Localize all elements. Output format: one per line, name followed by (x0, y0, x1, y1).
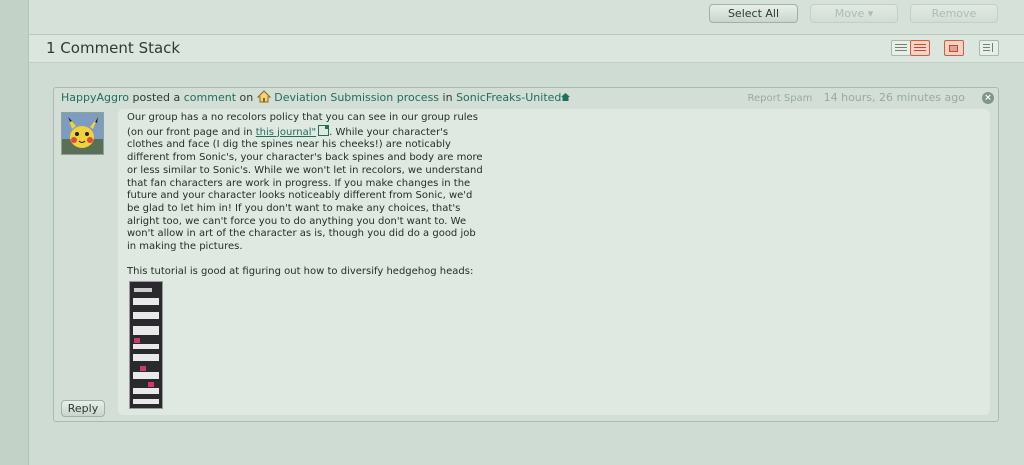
comment-paragraph-2: This tutorial is good at figuring out ho… (127, 265, 474, 277)
comment-view-icon[interactable] (944, 40, 964, 56)
remove-button[interactable]: Remove (910, 4, 998, 23)
comment-link[interactable]: comment (184, 91, 236, 104)
tutorial-thumbnail[interactable] (129, 281, 163, 409)
comment-text: Our group has a no recolors policy that … (127, 112, 487, 278)
move-button[interactable]: Move ▾ (810, 4, 898, 23)
comment-paragraph-1: Our group has a no recolors policy that … (127, 112, 487, 254)
on-text: on (239, 91, 254, 104)
comment-body: Our group has a no recolors policy that … (118, 109, 990, 415)
thumb-view-icon[interactable] (910, 40, 930, 56)
sort-icon[interactable] (979, 40, 999, 56)
stack-title: 1 Comment Stack (46, 39, 181, 57)
home-icon (256, 90, 271, 103)
group-home-icon (561, 91, 571, 104)
list-view-icon[interactable] (891, 40, 911, 56)
comment-meta-right: Report Spam 14 hours, 26 minutes ago (748, 91, 965, 104)
stack-header: 1 Comment Stack (29, 35, 1024, 63)
timestamp: 14 hours, 26 minutes ago (823, 91, 965, 104)
comment-panel: HappyAggro posted a comment on Deviation… (53, 87, 999, 422)
in-text: in (442, 91, 453, 104)
external-link-icon (318, 124, 330, 136)
group-link[interactable]: SonicFreaks-United (456, 91, 561, 104)
avatar[interactable] (61, 112, 104, 155)
left-rail (0, 0, 29, 465)
author-link[interactable]: HappyAggro (61, 91, 129, 104)
posted-text: posted a (132, 91, 181, 104)
comment-text-part-2: . While your character's clothes and fac… (127, 126, 483, 253)
top-toolbar: Select All Move ▾ Remove (29, 0, 1024, 35)
close-icon[interactable]: × (982, 92, 994, 104)
deviation-link[interactable]: Deviation Submission process (274, 91, 439, 104)
report-spam-link[interactable]: Report Spam (748, 93, 813, 104)
journal-link[interactable]: this journal" (256, 127, 316, 138)
reply-button[interactable]: Reply (61, 400, 105, 417)
comment-meta: HappyAggro posted a comment on Deviation… (61, 90, 571, 104)
select-all-button[interactable]: Select All (709, 4, 798, 23)
